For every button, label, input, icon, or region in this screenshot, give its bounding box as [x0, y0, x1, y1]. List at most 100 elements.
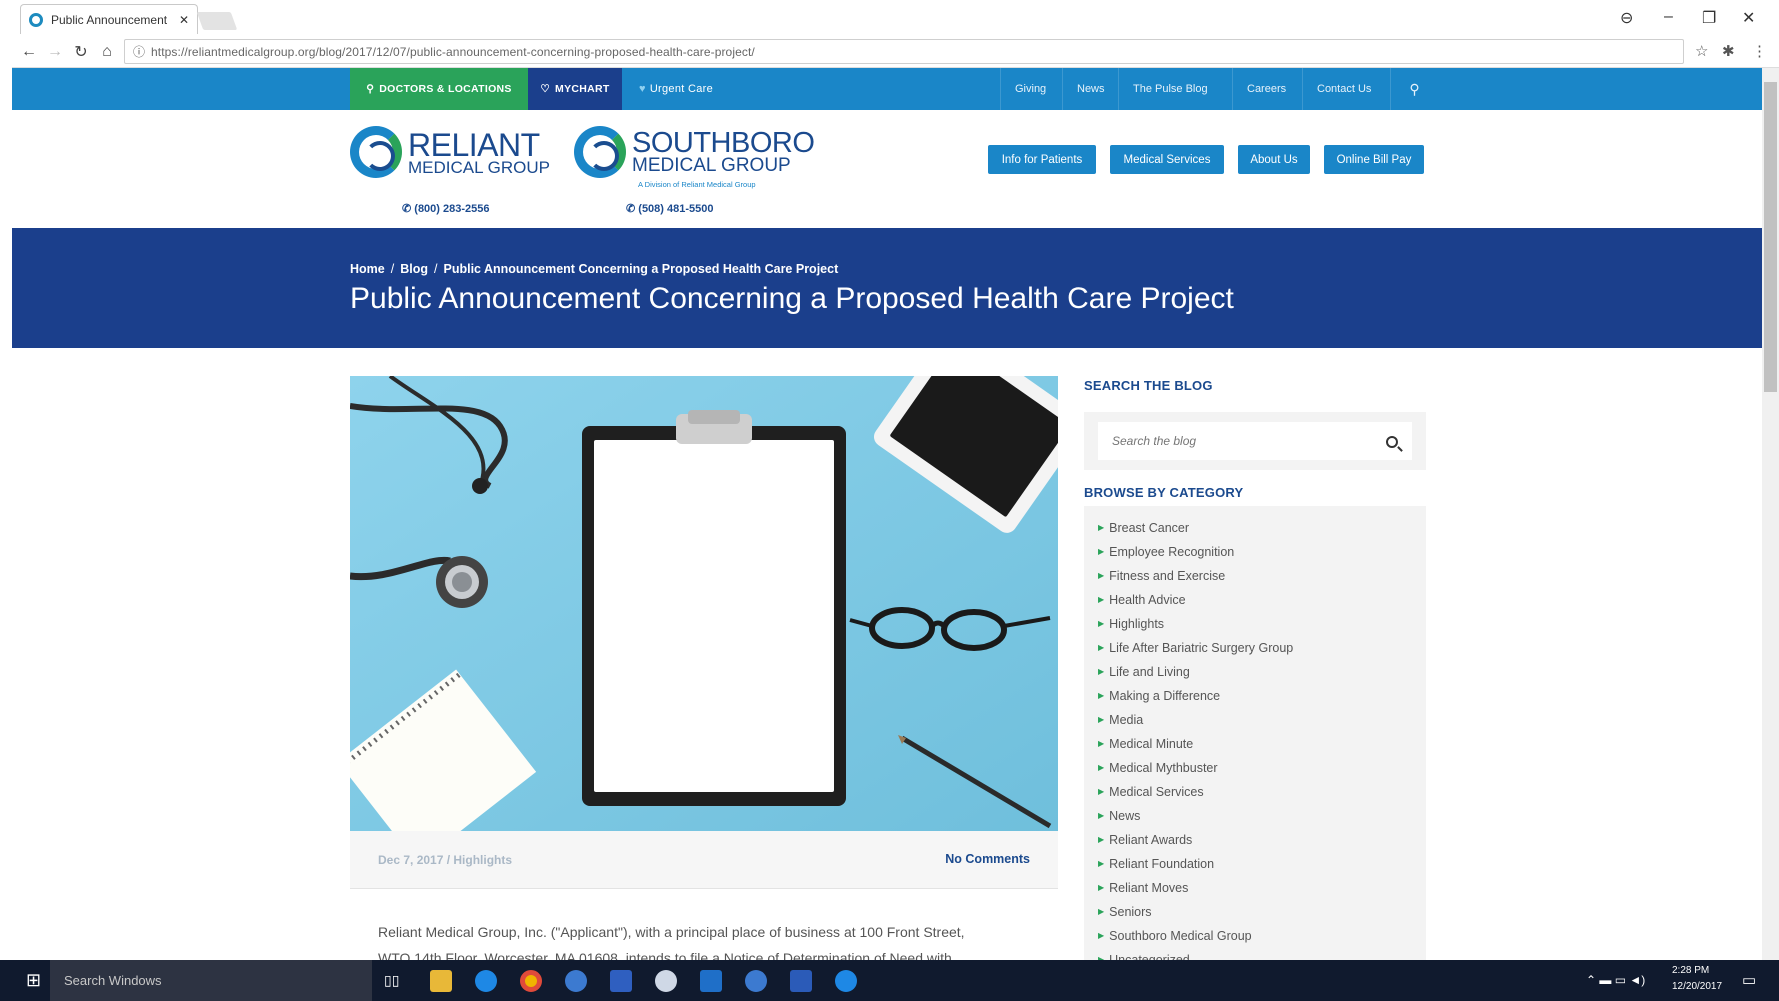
- notifications-icon[interactable]: ▭: [1742, 971, 1756, 989]
- bookmark-star-icon[interactable]: ☆: [1695, 42, 1708, 60]
- app-window-icon[interactable]: [610, 970, 632, 992]
- category-item[interactable]: ▶ Highlights: [1098, 616, 1293, 640]
- browser-tabstrip: Public Announcement Co ✕ ⊖ – ❐ ✕: [0, 0, 1779, 36]
- site-search-icon[interactable]: ⚲: [1390, 68, 1438, 110]
- bullet-arrow-icon: ▶: [1098, 931, 1105, 940]
- category-item[interactable]: ▶ News: [1098, 808, 1293, 832]
- chrome-icon[interactable]: [520, 970, 542, 992]
- category-item[interactable]: ▶ Reliant Moves: [1098, 880, 1293, 904]
- post-date-category[interactable]: Dec 7, 2017 / Highlights: [378, 853, 512, 867]
- category-item[interactable]: ▶ Reliant Awards: [1098, 832, 1293, 856]
- category-list-widget: ▶ Breast Cancer ▶ Employee Recognition ▶ Fitn…: [1084, 506, 1426, 967]
- category-item[interactable]: ▶ Reliant Foundation: [1098, 856, 1293, 880]
- category-item[interactable]: ▶ Life and Living: [1098, 664, 1293, 688]
- minimize-icon[interactable]: –: [1664, 8, 1673, 26]
- extension-icon[interactable]: ✱: [1722, 42, 1735, 60]
- internet-explorer-icon[interactable]: [835, 970, 857, 992]
- southboro-phone[interactable]: ✆ (508) 481-5500: [626, 202, 714, 215]
- nav-news[interactable]: News: [1062, 68, 1119, 110]
- nav-pulse-blog[interactable]: The Pulse Blog: [1118, 68, 1222, 110]
- comments-link[interactable]: No Comments: [945, 852, 1030, 866]
- outlook-icon[interactable]: [700, 970, 722, 992]
- taskbar-search[interactable]: Search Windows: [50, 960, 372, 1001]
- post-meta-bar: Dec 7, 2017 / Highlights No Comments: [350, 831, 1058, 889]
- category-item[interactable]: ▶ Southboro Medical Group: [1098, 928, 1293, 952]
- category-item[interactable]: ▶ Breast Cancer: [1098, 520, 1293, 544]
- url-text: https://reliantmedicalgroup.org/blog/201…: [151, 44, 755, 59]
- close-window-icon[interactable]: ✕: [1742, 8, 1755, 28]
- search-icon[interactable]: [1386, 436, 1398, 448]
- edge-browser-icon[interactable]: [475, 970, 497, 992]
- clock-time[interactable]: 2:28 PM: [1672, 965, 1709, 976]
- category-item[interactable]: ▶ Medical Services: [1098, 784, 1293, 808]
- blog-search-widget: [1084, 412, 1426, 470]
- search-blog-heading: SEARCH THE BLOG: [1084, 378, 1213, 393]
- reliant-logo-subtext: MEDICAL GROUP: [408, 158, 551, 177]
- category-item[interactable]: ▶ Fitness and Exercise: [1098, 568, 1293, 592]
- nav-careers[interactable]: Careers: [1232, 68, 1300, 110]
- category-item[interactable]: ▶ Health Advice: [1098, 592, 1293, 616]
- medical-services-button[interactable]: Medical Services: [1110, 145, 1224, 174]
- address-bar[interactable]: ⓘ https://reliantmedicalgroup.org/blog/2…: [124, 39, 1684, 64]
- site-favicon-icon: [29, 12, 43, 27]
- heart-icon: ♥: [638, 83, 646, 95]
- task-view-icon[interactable]: ▯▯: [384, 972, 399, 989]
- browse-category-heading: BROWSE BY CATEGORY: [1084, 485, 1244, 500]
- category-label: Life and Living: [1109, 665, 1190, 679]
- blog-search-input[interactable]: [1098, 422, 1412, 460]
- category-label: Life After Bariatric Surgery Group: [1109, 641, 1294, 655]
- new-tab-button[interactable]: [196, 12, 238, 30]
- online-bill-pay-button[interactable]: Online Bill Pay: [1324, 145, 1424, 174]
- breadcrumb-blog[interactable]: Blog: [400, 262, 428, 276]
- word-icon[interactable]: [790, 970, 812, 992]
- windows-start-icon[interactable]: ⊞: [26, 970, 41, 991]
- file-explorer-icon[interactable]: [430, 970, 452, 992]
- app-icon[interactable]: [565, 970, 587, 992]
- tab-title: Public Announcement Co: [51, 12, 171, 27]
- category-item[interactable]: ▶ Medical Minute: [1098, 736, 1293, 760]
- breadcrumb-current: Public Announcement Concerning a Propose…: [443, 262, 839, 276]
- profile-icon[interactable]: ⊖: [1620, 8, 1633, 28]
- category-item[interactable]: ▶ Employee Recognition: [1098, 544, 1293, 568]
- back-arrow-icon[interactable]: ←: [16, 43, 42, 61]
- bullet-arrow-icon: ▶: [1098, 835, 1105, 844]
- nav-contact-us[interactable]: Contact Us: [1302, 68, 1385, 110]
- bullet-arrow-icon: ▶: [1098, 571, 1105, 580]
- bullet-arrow-icon: ▶: [1098, 811, 1105, 820]
- refresh-app-icon[interactable]: [655, 970, 677, 992]
- doctors-locations-button[interactable]: ⚲ DOCTORS & LOCATIONS: [350, 68, 528, 110]
- bullet-arrow-icon: ▶: [1098, 595, 1105, 604]
- southboro-logo-subtext: MEDICAL GROUP: [632, 155, 791, 176]
- category-item[interactable]: ▶ Medical Mythbuster: [1098, 760, 1293, 784]
- category-item[interactable]: ▶ Life After Bariatric Surgery Group: [1098, 640, 1293, 664]
- about-us-button[interactable]: About Us: [1238, 145, 1310, 174]
- app-icon-2[interactable]: [745, 970, 767, 992]
- category-item[interactable]: ▶ Seniors: [1098, 904, 1293, 928]
- reliant-phone[interactable]: ✆ (800) 283-2556: [402, 202, 490, 215]
- urgent-care-link[interactable]: ♥ Urgent Care: [626, 68, 726, 110]
- menu-icon[interactable]: ⋮: [1752, 42, 1767, 60]
- mychart-button[interactable]: ♡ MYCHART: [528, 68, 622, 110]
- reload-icon[interactable]: ↻: [68, 42, 94, 62]
- restore-icon[interactable]: ❐: [1702, 8, 1716, 28]
- southboro-phone-number: (508) 481-5500: [638, 203, 714, 215]
- nav-giving[interactable]: Giving: [1000, 68, 1060, 110]
- system-tray-icons[interactable]: ⌃ ▬ ▭ ◄): [1586, 973, 1645, 987]
- category-label: Media: [1109, 713, 1144, 727]
- doctors-locations-label: DOCTORS & LOCATIONS: [379, 83, 512, 95]
- reliant-logo-text: RELIANT: [408, 127, 540, 163]
- clock-date[interactable]: 12/20/2017: [1672, 981, 1722, 992]
- post-text-line: Reliant Medical Group, Inc. ("Applicant"…: [378, 924, 965, 940]
- category-label: Medical Mythbuster: [1109, 761, 1218, 775]
- scrollbar-thumb[interactable]: [1764, 82, 1777, 392]
- forward-arrow-icon[interactable]: →: [42, 43, 68, 61]
- info-for-patients-button[interactable]: Info for Patients: [988, 145, 1096, 174]
- bullet-arrow-icon: ▶: [1098, 547, 1105, 556]
- category-item[interactable]: ▶ Making a Difference: [1098, 688, 1293, 712]
- close-tab-icon[interactable]: ✕: [179, 13, 189, 27]
- browser-tab[interactable]: Public Announcement Co ✕: [20, 4, 198, 34]
- home-icon[interactable]: ⌂: [94, 43, 120, 61]
- breadcrumb-home[interactable]: Home: [350, 262, 385, 276]
- info-icon[interactable]: ⓘ: [133, 43, 145, 60]
- category-item[interactable]: ▶ Media: [1098, 712, 1293, 736]
